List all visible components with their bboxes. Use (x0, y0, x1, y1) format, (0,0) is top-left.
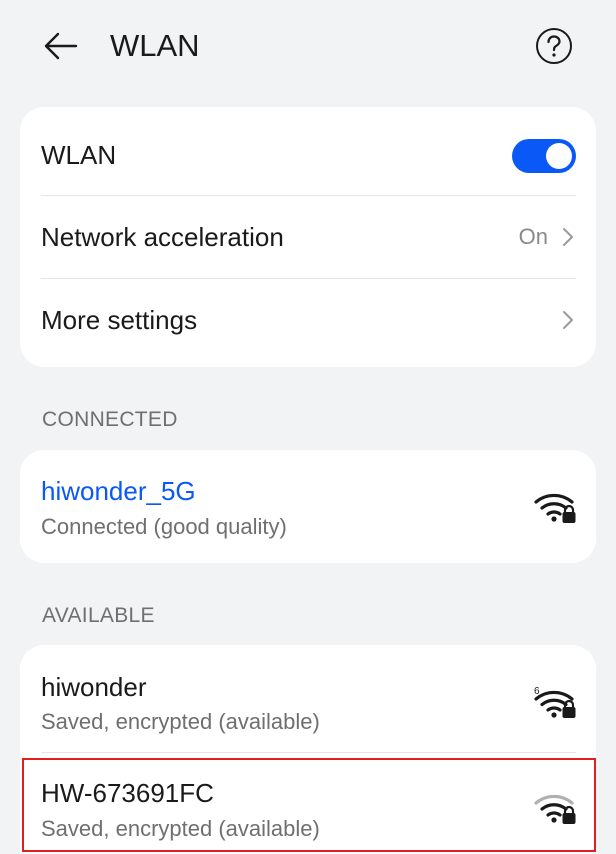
toggle-knob (546, 143, 572, 169)
header-bar: WLAN (0, 0, 616, 92)
connected-section-label: CONNECTED (42, 408, 178, 431)
network-acceleration-value: On (518, 224, 548, 249)
chevron-right-icon (560, 223, 576, 251)
network-status: Saved, encrypted (available) (41, 709, 320, 734)
available-network-row[interactable]: HW-673691FC Saved, encrypted (available) (20, 753, 596, 854)
network-name: hiwonder (41, 672, 147, 702)
wlan-label: WLAN (41, 140, 117, 170)
network-status: Connected (good quality) (41, 514, 287, 539)
connected-network-row[interactable]: hiwonder_5G Connected (good quality) (20, 450, 596, 563)
wlan-toggle-row[interactable]: WLAN (20, 107, 596, 202)
network-acceleration-row[interactable]: Network acceleration On (20, 196, 596, 278)
network-name: HW-673691FC (41, 778, 214, 808)
wlan-settings-page: WLAN WLAN Network acceleration On More s… (0, 0, 616, 854)
help-icon[interactable] (534, 26, 574, 66)
wifi-lock-icon (534, 791, 576, 827)
network-name: hiwonder_5G (41, 476, 196, 506)
wifi-6-lock-icon: 6 (534, 685, 576, 721)
connected-card: hiwonder_5G Connected (good quality) (20, 450, 596, 563)
available-section-label: AVAILABLE (42, 604, 155, 627)
available-network-row[interactable]: hiwonder Saved, encrypted (available) 6 (20, 645, 596, 752)
back-arrow-icon[interactable] (40, 26, 80, 66)
available-card: hiwonder Saved, encrypted (available) 6 … (20, 645, 596, 854)
network-status: Saved, encrypted (available) (41, 816, 320, 841)
more-settings-label: More settings (41, 305, 198, 335)
wlan-toggle[interactable] (512, 139, 576, 173)
page-title: WLAN (110, 28, 200, 63)
network-acceleration-label: Network acceleration (41, 222, 284, 252)
settings-card: WLAN Network acceleration On More settin… (20, 107, 596, 367)
wifi-lock-icon (534, 490, 576, 526)
more-settings-row[interactable]: More settings (20, 279, 596, 367)
chevron-right-icon (560, 306, 576, 334)
